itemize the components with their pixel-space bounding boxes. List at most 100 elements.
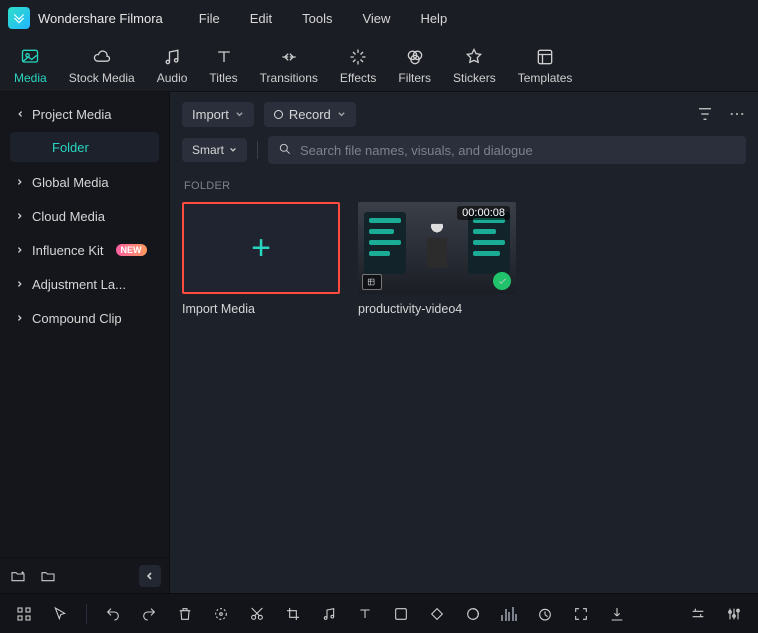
card-label: Import Media [182,302,340,316]
video-thumb[interactable]: 00:00:08 [358,202,516,294]
tab-filters[interactable]: Filters [398,43,431,85]
filter-settings-button[interactable] [696,105,714,123]
templates-icon [535,47,555,67]
tab-stickers[interactable]: Stickers [453,43,496,85]
settings-button[interactable] [684,600,712,628]
section-label: FOLDER [170,174,758,202]
tab-label: Media [14,71,47,85]
import-thumb[interactable]: + [182,202,340,294]
grid-tool-button[interactable] [10,600,38,628]
card-video[interactable]: 00:00:08 productivity-video4 [358,202,516,316]
separator [86,604,87,624]
new-badge: NEW [116,244,147,256]
collapse-sidebar-button[interactable] [139,565,161,587]
tab-label: Transitions [260,71,318,85]
tab-templates[interactable]: Templates [518,43,573,85]
record-button[interactable]: Record [264,102,356,127]
sidebar-item-label: Influence Kit [32,243,104,258]
content-toolbar: Import Record [170,92,758,136]
chevron-down-icon [16,110,24,118]
tab-effects[interactable]: Effects [340,43,376,85]
sidebar: Project Media Folder Global Media Cloud … [0,92,170,593]
sparkle-icon [348,47,368,67]
top-tabs: Media Stock Media Audio Titles Transitio… [0,36,758,92]
chevron-right-icon [16,280,24,288]
frame-button[interactable] [387,600,415,628]
sort-button[interactable]: Smart [182,138,247,162]
redo-button[interactable] [135,600,163,628]
tab-label: Effects [340,71,376,85]
sidebar-item-influence-kit[interactable]: Influence Kit NEW [6,234,163,266]
searchbox[interactable] [268,136,746,164]
tab-label: Filters [398,71,431,85]
caret-down-icon [337,107,346,122]
new-folder-button[interactable] [8,566,28,586]
cloud-icon [92,47,112,67]
filters-icon [405,47,425,67]
record-dot-icon [274,110,283,119]
caret-down-icon [235,107,244,122]
crop-button[interactable] [279,600,307,628]
import-button[interactable]: Import [182,102,254,127]
preview-figure [423,224,451,268]
main-menu: File Edit Tools View Help [199,11,447,26]
sidebar-item-cloud-media[interactable]: Cloud Media [6,200,163,232]
color-button[interactable] [459,600,487,628]
tab-audio[interactable]: Audio [157,43,188,85]
tab-label: Audio [157,71,188,85]
speed-button[interactable] [531,600,559,628]
tab-titles[interactable]: Titles [209,43,237,85]
transitions-icon [279,47,299,67]
preview-panel [364,212,406,274]
cut-button[interactable] [243,600,271,628]
undo-button[interactable] [99,600,127,628]
tab-label: Templates [518,71,573,85]
mark-button[interactable] [207,600,235,628]
menu-view[interactable]: View [362,11,390,26]
menu-file[interactable]: File [199,11,220,26]
menu-help[interactable]: Help [420,11,447,26]
sticker-icon [464,47,484,67]
button-label: Import [192,107,229,122]
main-area: Project Media Folder Global Media Cloud … [0,92,758,593]
sidebar-item-compound-clip[interactable]: Compound Clip [6,302,163,334]
text-button[interactable] [351,600,379,628]
sidebar-list: Project Media Folder Global Media Cloud … [0,92,169,557]
app-logo-icon [8,7,30,29]
tab-label: Stickers [453,71,496,85]
search-icon [278,142,292,159]
card-import-media[interactable]: + Import Media [182,202,340,316]
sidebar-item-label: Compound Clip [32,311,122,326]
delete-button[interactable] [171,600,199,628]
search-input[interactable] [300,143,736,158]
chevron-right-icon [16,314,24,322]
tab-stock-media[interactable]: Stock Media [69,43,135,85]
sidebar-sub-folder[interactable]: Folder [10,132,159,162]
tab-transitions[interactable]: Transitions [260,43,318,85]
content-panel: Import Record Smart F [170,92,758,593]
more-options-button[interactable] [728,105,746,123]
sidebar-item-global-media[interactable]: Global Media [6,166,163,198]
video-type-icon [362,274,382,290]
folder-button[interactable] [38,566,58,586]
sidebar-item-adjustment-layer[interactable]: Adjustment La... [6,268,163,300]
sidebar-sub-label: Folder [52,140,89,155]
sliders-button[interactable] [720,600,748,628]
music-icon [162,47,182,67]
tab-media[interactable]: Media [14,43,47,85]
audio-button[interactable] [315,600,343,628]
menu-tools[interactable]: Tools [302,11,332,26]
expand-button[interactable] [567,600,595,628]
caret-down-icon [229,143,237,157]
levels-button[interactable] [495,600,523,628]
export-button[interactable] [603,600,631,628]
levels-icon [501,607,517,621]
sidebar-item-label: Adjustment La... [32,277,126,292]
sidebar-item-label: Project Media [32,107,111,122]
app-title: Wondershare Filmora [38,11,163,26]
bottom-toolbar [0,593,758,633]
select-tool-button[interactable] [46,600,74,628]
menu-edit[interactable]: Edit [250,11,272,26]
keyframe-button[interactable] [423,600,451,628]
sidebar-item-project-media[interactable]: Project Media [6,98,163,130]
